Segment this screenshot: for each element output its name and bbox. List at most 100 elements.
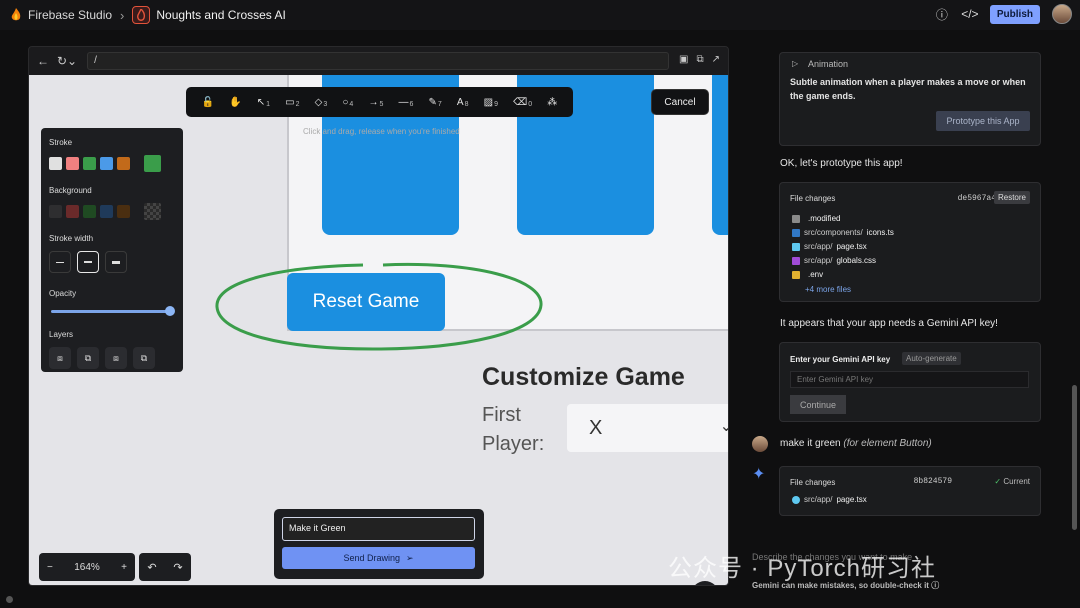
drawing-instruction-input[interactable]: Make it Green — [282, 517, 475, 541]
background-color-swatch[interactable] — [83, 205, 96, 218]
selected-stroke-swatch[interactable] — [144, 155, 161, 172]
ellipse-icon[interactable]: ○ 4 — [342, 97, 353, 108]
cancel-button[interactable]: Cancel — [651, 89, 709, 115]
status-dot-icon — [6, 596, 13, 603]
code-icon[interactable]: </> — [961, 6, 978, 22]
shapes-icon[interactable]: ⁂ — [547, 97, 557, 108]
stroke-bold-button[interactable] — [77, 251, 99, 273]
feature-card: ▷ Animation Subtle animation when a play… — [779, 52, 1041, 146]
zoom-out-button[interactable]: − — [47, 562, 53, 573]
brand[interactable]: Firebase Studio › Noughts and Crosses AI — [10, 6, 286, 24]
file-type-icon — [792, 256, 800, 265]
ai-message: It appears that your app needs a Gemini … — [780, 318, 998, 329]
canvas-hint: Click and drag, release when you're fini… — [303, 127, 460, 136]
zoom-control: − 164% + — [39, 553, 135, 581]
first-player-select[interactable]: X ⌄ — [567, 404, 728, 452]
redo-icon[interactable]: ↷ — [173, 561, 182, 574]
file-type-icon — [792, 270, 800, 279]
auto-generate-button[interactable]: Auto-generate — [902, 352, 961, 365]
chevron-down-icon: ⌄ — [720, 416, 728, 436]
file-row[interactable]: src/components/icons.ts — [792, 228, 894, 237]
bring-forward-icon[interactable]: ⧈ — [105, 347, 127, 369]
restore-button[interactable]: Restore — [993, 191, 1030, 204]
play-icon: ▷ — [792, 59, 799, 68]
file-changes-title: File changes — [790, 478, 836, 487]
send-icon: ➢ — [405, 552, 414, 563]
background-color-swatch[interactable] — [100, 205, 113, 218]
api-key-card: Enter your Gemini API key Auto-generate … — [779, 342, 1041, 422]
publish-button[interactable]: Publish — [989, 4, 1040, 24]
text-icon[interactable]: A8 — [457, 97, 469, 108]
commit-hash: de5967a4 — [957, 194, 996, 203]
url-input[interactable]: / — [87, 52, 670, 70]
continue-button[interactable]: Continue — [790, 395, 846, 414]
file-changes-card: File changes de5967a4 Restore .modified s… — [779, 182, 1041, 302]
more-files-link[interactable]: +4 more files — [805, 285, 851, 294]
pencil-icon[interactable]: ✎ 7 — [429, 97, 442, 108]
file-row[interactable]: src/app/page.tsx — [792, 495, 867, 504]
browser-bar: ← ↻⌄ / ▣ ⧉ ↗ — [29, 47, 728, 75]
stroke-extra-bold-button[interactable] — [105, 251, 127, 273]
send-backward-icon[interactable]: ⧉ — [77, 347, 99, 369]
api-key-input[interactable]: Enter Gemini API key — [790, 371, 1029, 388]
zoom-in-button[interactable]: + — [121, 562, 127, 573]
send-drawing-button[interactable]: Send Drawing ➢ — [282, 547, 475, 569]
device-icon[interactable]: ▣ — [679, 54, 688, 65]
line-icon[interactable]: —6 — [398, 97, 413, 108]
bring-to-front-icon[interactable]: ⧉ — [133, 347, 155, 369]
drawing-toolbar: 🔓 ✋ ↖ 1 ▭ 2 ◇ 3 ○ 4 → 5 —6 ✎ 7 A 8 ▨ 9 ⌫ 0 ⁂ — [186, 87, 573, 117]
help-icon[interactable]: ⓘ — [934, 6, 950, 22]
stroke-color-swatch[interactable] — [100, 157, 113, 170]
transparent-swatch[interactable] — [144, 203, 161, 220]
style-panel: Stroke Background Stroke width Opacity L… — [41, 128, 183, 372]
undo-redo: ↶ ↷ — [139, 553, 191, 581]
avatar[interactable] — [1052, 4, 1072, 24]
stroke-width-label: Stroke width — [49, 234, 94, 243]
hand-icon[interactable]: ✋ — [229, 97, 241, 108]
background-color-swatch[interactable] — [117, 205, 130, 218]
slider-knob[interactable] — [165, 306, 175, 316]
file-changes-card: File changes 8b824579 ✓ Current src/app/… — [779, 466, 1041, 516]
draw-mode-icon[interactable]: ⧉ — [696, 54, 703, 65]
prototype-button[interactable]: Prototype this App — [936, 111, 1030, 131]
layers-label: Layers — [49, 330, 74, 339]
file-row[interactable]: src/app/globals.css — [792, 256, 876, 265]
stroke-color-swatch[interactable] — [117, 157, 130, 170]
image-icon[interactable]: ▨ 9 — [484, 97, 498, 108]
eraser-icon[interactable]: ⌫ 0 — [513, 97, 532, 108]
zoom-level[interactable]: 164% — [74, 562, 100, 573]
stroke-color-swatch[interactable] — [83, 157, 96, 170]
file-changes-title: File changes — [790, 194, 836, 203]
ai-message: OK, let's prototype this app! — [780, 158, 903, 169]
select-icon[interactable]: ↖ 1 — [257, 97, 270, 108]
send-to-back-icon[interactable]: ⧈ — [49, 347, 71, 369]
back-icon[interactable]: ← — [37, 54, 49, 68]
chat-scrollbar[interactable] — [1072, 385, 1077, 530]
board-cell[interactable] — [712, 75, 728, 235]
gemini-sparkle-icon: ✦ — [752, 466, 766, 483]
open-external-icon[interactable]: ↗ — [712, 54, 720, 65]
drawing-prompt: Make it Green Send Drawing ➢ — [274, 509, 484, 579]
stroke-color-swatch[interactable] — [66, 157, 79, 170]
file-row[interactable]: .modified — [792, 214, 840, 223]
user-avatar — [752, 436, 768, 452]
file-row[interactable]: .env — [792, 270, 823, 279]
first-player-label: First Player: — [482, 404, 545, 455]
diamond-icon[interactable]: ◇ 3 — [315, 97, 328, 108]
opacity-label: Opacity — [49, 289, 77, 298]
rectangle-icon[interactable]: ▭ 2 — [285, 97, 299, 108]
background-color-swatch[interactable] — [66, 205, 79, 218]
undo-icon[interactable]: ↶ — [147, 561, 156, 574]
stroke-color-swatch[interactable] — [49, 157, 62, 170]
opacity-slider[interactable] — [49, 306, 175, 316]
lock-icon[interactable]: 🔓 — [202, 97, 214, 108]
arrow-icon[interactable]: → 5 — [368, 97, 383, 108]
stroke-thin-button[interactable] — [49, 251, 71, 273]
drawing-canvas[interactable]: Click and drag, release when you're fini… — [29, 75, 728, 585]
background-label: Background — [49, 186, 92, 195]
chevron-right-icon: › — [120, 7, 125, 23]
file-row[interactable]: src/app/page.tsx — [792, 242, 867, 251]
background-swatches — [49, 203, 175, 220]
reload-icon[interactable]: ↻⌄ — [57, 54, 77, 68]
background-color-swatch[interactable] — [49, 205, 62, 218]
